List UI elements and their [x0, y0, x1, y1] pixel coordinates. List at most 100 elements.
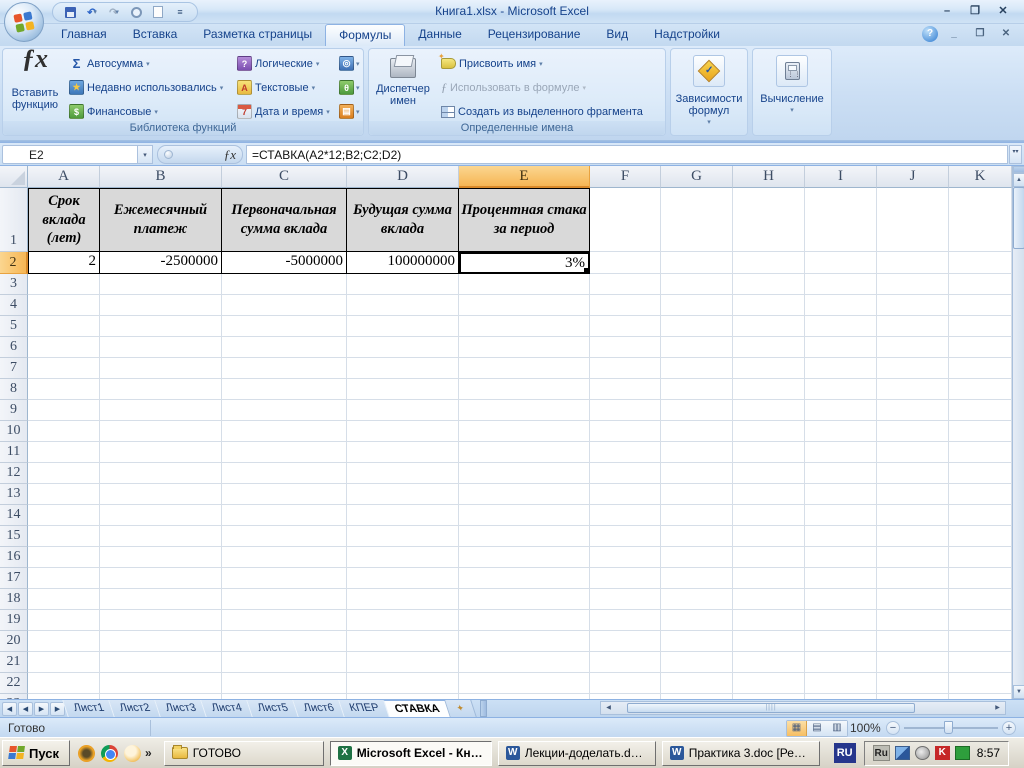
- sheet-tab-4[interactable]: Лист4: [200, 700, 254, 717]
- cell-K4[interactable]: [949, 295, 1012, 316]
- cell-I7[interactable]: [805, 358, 877, 379]
- cell-K10[interactable]: [949, 421, 1012, 442]
- cell-F22[interactable]: [590, 673, 661, 694]
- cell-G15[interactable]: [661, 526, 733, 547]
- cell-B19[interactable]: [100, 610, 222, 631]
- window-minimize-button[interactable]: –: [936, 5, 958, 19]
- row-header-5[interactable]: 5: [0, 316, 28, 337]
- cell-C17[interactable]: [222, 568, 347, 589]
- cell-D18[interactable]: [347, 589, 459, 610]
- display-icon[interactable]: [954, 746, 970, 760]
- cell-B15[interactable]: [100, 526, 222, 547]
- cell-C18[interactable]: [222, 589, 347, 610]
- cell-K3[interactable]: [949, 274, 1012, 295]
- row-header-14[interactable]: 14: [0, 505, 28, 526]
- recently-used-button[interactable]: ★ Недавно использовались ▾: [67, 77, 225, 98]
- cell-I9[interactable]: [805, 400, 877, 421]
- create-from-selection-button[interactable]: Создать из выделенного фрагмента: [439, 101, 645, 122]
- zoom-level[interactable]: 100%: [850, 721, 881, 735]
- ribbon-tab-page-layout[interactable]: Разметка страницы: [190, 24, 325, 46]
- cell-F20[interactable]: [590, 631, 661, 652]
- name-box-dropdown[interactable]: ▾: [138, 145, 153, 164]
- cell-E13[interactable]: [459, 484, 590, 505]
- cell-D3[interactable]: [347, 274, 459, 295]
- cell-B13[interactable]: [100, 484, 222, 505]
- new-document-button[interactable]: [149, 4, 167, 20]
- cell-A10[interactable]: [28, 421, 100, 442]
- cell-J7[interactable]: [877, 358, 949, 379]
- scroll-down-button[interactable]: ▼: [1013, 685, 1024, 699]
- zoom-slider-thumb[interactable]: [944, 721, 953, 734]
- cell-D13[interactable]: [347, 484, 459, 505]
- cell-A19[interactable]: [28, 610, 100, 631]
- ribbon-tab-insert[interactable]: Вставка: [120, 24, 191, 46]
- cell-K1[interactable]: [949, 188, 1012, 252]
- chrome-icon[interactable]: [101, 744, 118, 762]
- cell-D9[interactable]: [347, 400, 459, 421]
- taskbar-button-2[interactable]: X Microsoft Excel - Книг...: [329, 740, 492, 766]
- cell-C13[interactable]: [222, 484, 347, 505]
- cell-E17[interactable]: [459, 568, 590, 589]
- cell-J20[interactable]: [877, 631, 949, 652]
- cell-B5[interactable]: [100, 316, 222, 337]
- cell-G1[interactable]: [661, 188, 733, 252]
- row-header-4[interactable]: 4: [0, 295, 28, 316]
- cell-H8[interactable]: [733, 379, 805, 400]
- cell-J21[interactable]: [877, 652, 949, 673]
- cell-I13[interactable]: [805, 484, 877, 505]
- row-header-20[interactable]: 20: [0, 631, 28, 652]
- row-header-8[interactable]: 8: [0, 379, 28, 400]
- cell-J1[interactable]: [877, 188, 949, 252]
- row-header-10[interactable]: 10: [0, 421, 28, 442]
- cell-B9[interactable]: [100, 400, 222, 421]
- taskbar-button-4[interactable]: W Практика 3.doc [Режим...: [661, 740, 820, 766]
- cell-K18[interactable]: [949, 589, 1012, 610]
- select-all-corner[interactable]: [0, 166, 28, 188]
- cell-C21[interactable]: [222, 652, 347, 673]
- sheet-tab-1[interactable]: Лист1: [62, 700, 116, 717]
- ribbon-tab-home[interactable]: Главная: [48, 24, 120, 46]
- cell-B16[interactable]: [100, 547, 222, 568]
- math-trig-button[interactable]: θ ▾: [337, 77, 362, 98]
- column-header-C[interactable]: C: [222, 166, 347, 188]
- use-in-formula-button[interactable]: ƒ Использовать в формуле ▾: [439, 77, 645, 98]
- cell-A14[interactable]: [28, 505, 100, 526]
- cell-G12[interactable]: [661, 463, 733, 484]
- cell-G3[interactable]: [661, 274, 733, 295]
- cell-D8[interactable]: [347, 379, 459, 400]
- tray-language-icon[interactable]: Ru: [872, 745, 890, 761]
- cell-E8[interactable]: [459, 379, 590, 400]
- cell-G19[interactable]: [661, 610, 733, 631]
- cell-A13[interactable]: [28, 484, 100, 505]
- cell-G18[interactable]: [661, 589, 733, 610]
- window-restore-button[interactable]: ❐: [964, 5, 986, 19]
- cell-C2[interactable]: -5000000: [222, 252, 347, 274]
- cell-F5[interactable]: [590, 316, 661, 337]
- cell-K12[interactable]: [949, 463, 1012, 484]
- more-functions-button[interactable]: ▤ ▾: [337, 101, 362, 122]
- cell-D22[interactable]: [347, 673, 459, 694]
- cell-I1[interactable]: [805, 188, 877, 252]
- cell-J12[interactable]: [877, 463, 949, 484]
- horizontal-scrollbar[interactable]: ◀ ▶: [600, 701, 1006, 715]
- cell-H19[interactable]: [733, 610, 805, 631]
- cell-C11[interactable]: [222, 442, 347, 463]
- cell-K11[interactable]: [949, 442, 1012, 463]
- column-header-H[interactable]: H: [733, 166, 805, 188]
- cell-D16[interactable]: [347, 547, 459, 568]
- cell-F16[interactable]: [590, 547, 661, 568]
- vertical-scrollbar[interactable]: ▲ ▼: [1012, 166, 1024, 699]
- window-close-button[interactable]: ✕: [992, 5, 1014, 19]
- cell-J6[interactable]: [877, 337, 949, 358]
- cell-G6[interactable]: [661, 337, 733, 358]
- cell-D11[interactable]: [347, 442, 459, 463]
- cell-E22[interactable]: [459, 673, 590, 694]
- cell-C22[interactable]: [222, 673, 347, 694]
- cell-D10[interactable]: [347, 421, 459, 442]
- cell-D15[interactable]: [347, 526, 459, 547]
- help-button[interactable]: ?: [922, 26, 938, 42]
- cell-G21[interactable]: [661, 652, 733, 673]
- cell-A4[interactable]: [28, 295, 100, 316]
- ribbon-tab-data[interactable]: Данные: [405, 24, 474, 46]
- cell-B4[interactable]: [100, 295, 222, 316]
